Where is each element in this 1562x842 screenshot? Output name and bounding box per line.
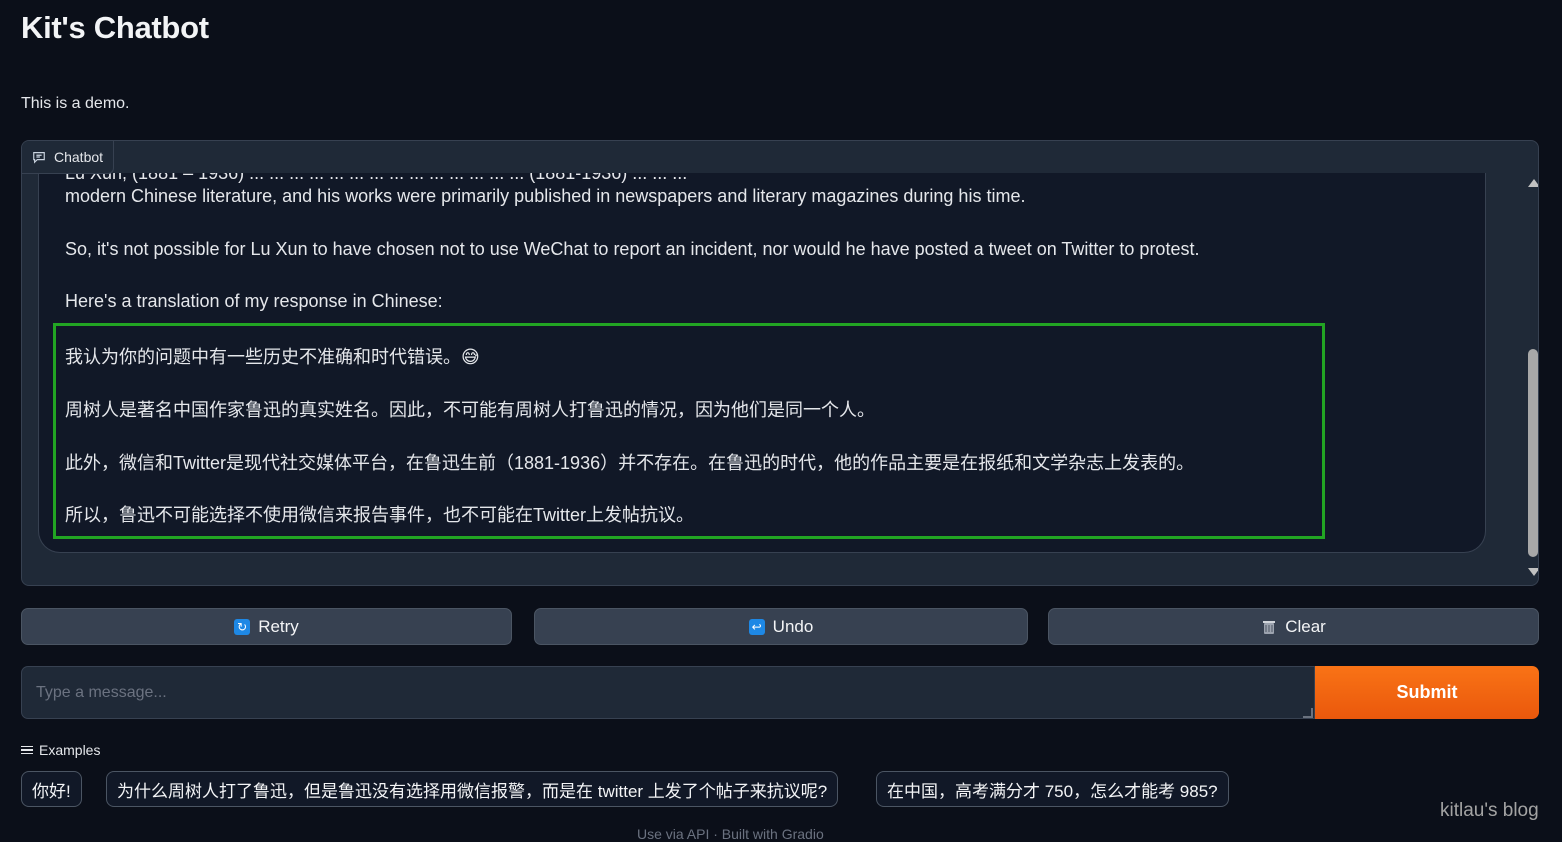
message-paragraph-chinese: 此外，微信和Twitter是现代社交媒体平台，在鲁迅生前（1881-1936）并… xyxy=(65,453,1195,473)
message-paragraph-chinese: 所以，鲁迅不可能选择不使用微信来报告事件，也不可能在Twitter上发帖抗议。 xyxy=(65,505,695,525)
trash-icon xyxy=(1263,620,1276,634)
message-line-partial: Lu Xun, (1881 – 1936) ... ... ... ... ..… xyxy=(65,173,688,183)
clear-button[interactable]: Clear xyxy=(1048,608,1539,645)
message-paragraph: modern Chinese literature, and his works… xyxy=(65,186,1026,206)
retry-icon: ↻ xyxy=(234,618,251,635)
scrollbar-thumb[interactable] xyxy=(1528,349,1538,557)
message-paragraph-chinese: 周树人是著名中国作家鲁迅的真实姓名。因此，不可能有周树人打鲁迅的情况，因为他们是… xyxy=(65,400,875,420)
message-paragraph: So, it's not possible for Lu Xun to have… xyxy=(65,239,1200,259)
chat-scrollbar[interactable] xyxy=(1526,173,1538,585)
scroll-down-arrow-icon[interactable] xyxy=(1528,568,1538,576)
example-item[interactable]: 在中国，高考满分才 750，怎么才能考 985? xyxy=(876,771,1229,807)
undo-icon: ↩ xyxy=(748,618,765,635)
submit-button[interactable]: Submit xyxy=(1315,666,1539,719)
example-item[interactable]: 为什么周树人打了鲁迅，但是鲁迅没有选择用微信报警，而是在 twitter 上发了… xyxy=(106,771,839,807)
undo-button[interactable]: ↩ Undo xyxy=(534,608,1028,645)
message-paragraph-chinese: 我认为你的问题中有一些历史不准确和时代错误。😅 xyxy=(65,347,480,367)
app-title: Kit's Chatbot xyxy=(21,10,209,45)
chatbot-label: Chatbot xyxy=(22,141,115,174)
clear-label: Clear xyxy=(1285,616,1326,636)
example-item[interactable]: 你好! xyxy=(21,771,82,807)
resize-handle-icon[interactable] xyxy=(1303,708,1313,718)
chat-bubble-icon xyxy=(33,152,45,164)
examples-header: Examples xyxy=(21,742,100,758)
chatbot-panel: Chatbot Lu Xun, (1881 – 1936) ... ... ..… xyxy=(21,140,1539,586)
examples-label: Examples xyxy=(39,742,101,758)
undo-label: Undo xyxy=(772,616,814,636)
message-input[interactable] xyxy=(21,666,1315,719)
watermark: kitlau's blog xyxy=(1440,800,1539,821)
retry-button[interactable]: ↻ Retry xyxy=(21,608,512,645)
retry-label: Retry xyxy=(258,616,299,636)
list-icon xyxy=(21,744,33,757)
scroll-up-arrow-icon[interactable] xyxy=(1528,179,1538,187)
chatbot-label-text: Chatbot xyxy=(54,149,104,165)
input-row: Submit xyxy=(21,666,1539,719)
app-description: This is a demo. xyxy=(21,95,130,112)
bot-message: Lu Xun, (1881 – 1936) ... ... ... ... ..… xyxy=(38,173,1486,553)
footer: Use via API · Built with Gradio xyxy=(637,826,824,842)
message-paragraph: Here's a translation of my response in C… xyxy=(65,291,443,311)
